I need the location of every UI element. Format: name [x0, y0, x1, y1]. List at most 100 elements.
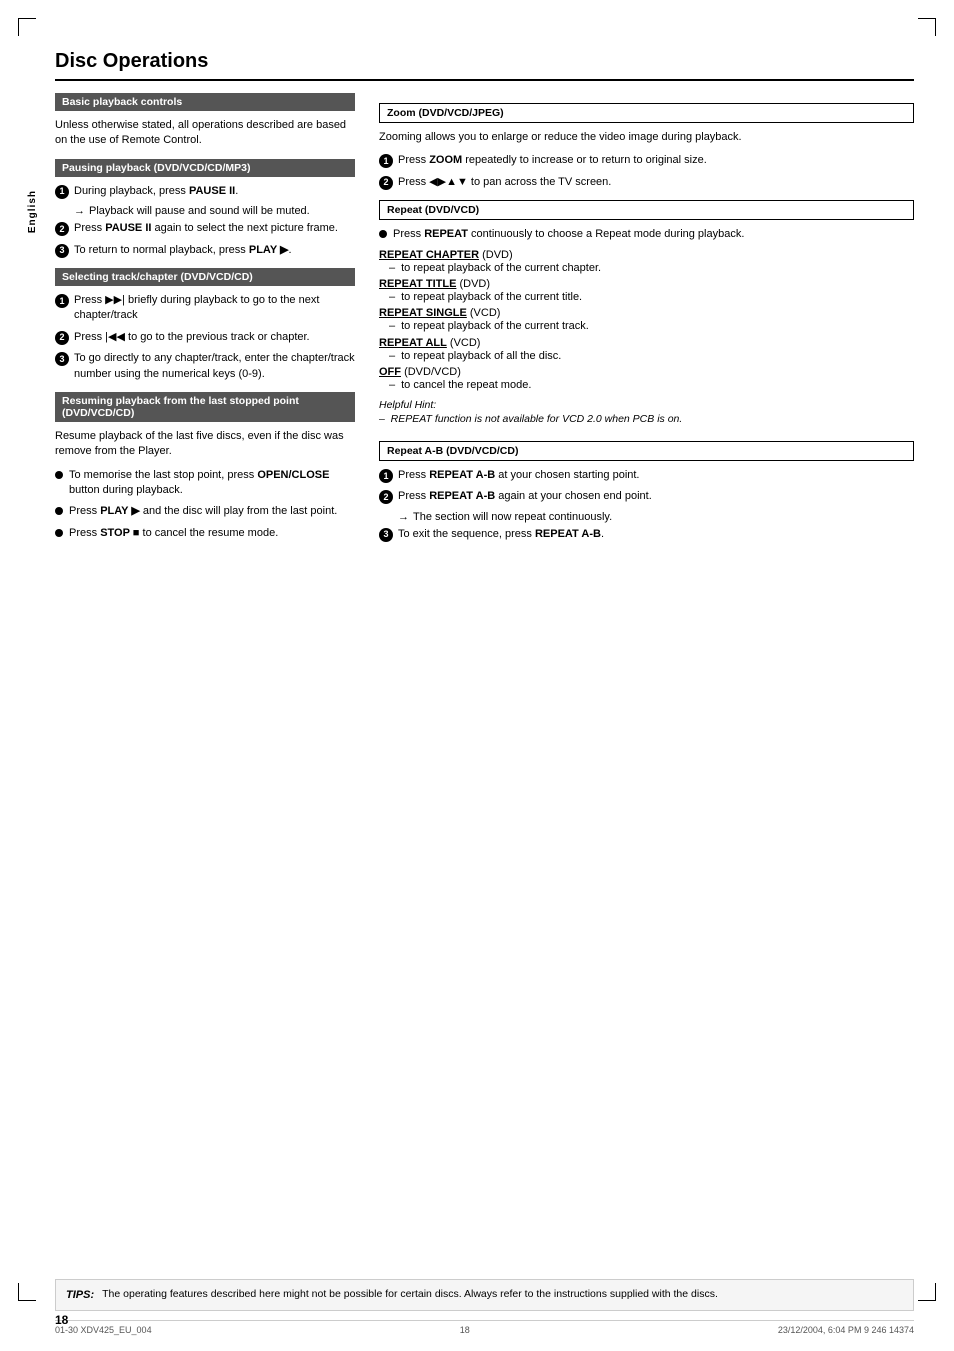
- pausing-item-2: 2 Press PAUSE II again to select the nex…: [55, 221, 355, 236]
- repeat-bullet-text: Press REPEAT continuously to choose a Re…: [393, 227, 744, 242]
- dash-sym-5: –: [389, 378, 395, 393]
- basic-controls-header: Basic playback controls: [55, 93, 355, 111]
- selecting-section-header: Selecting track/chapter (DVD/VCD/CD): [55, 268, 355, 286]
- repeat-single-dash-text: to repeat playback of the current track.: [401, 319, 589, 334]
- selecting-item-2: 2 Press |◀◀ to go to the previous track …: [55, 330, 355, 345]
- pausing-item-1: 1 During playback, press PAUSE II.: [55, 184, 355, 199]
- selecting-text-1: Press ▶▶| briefly during playback to go …: [74, 293, 355, 324]
- page: English Disc Operations Basic playback c…: [0, 0, 954, 1351]
- repeat-single-title: REPEAT SINGLE (VCD): [379, 307, 914, 319]
- pausing-section-header: Pausing playback (DVD/VCD/CD/MP3): [55, 159, 355, 177]
- footer-info: 01-30 XDV425_EU_004 18 23/12/2004, 6:04 …: [55, 1320, 914, 1335]
- arrow-symbol-ab: →: [398, 511, 409, 523]
- dash-sym-4: –: [389, 349, 395, 364]
- pausing-item-3: 3 To return to normal playback, press PL…: [55, 243, 355, 258]
- repeat-off-dash: – to cancel the repeat mode.: [389, 378, 914, 393]
- zoom-intro-text: Zooming allows you to enlarge or reduce …: [379, 130, 914, 145]
- resuming-bullet-text-1: To memorise the last stop point, press O…: [69, 468, 355, 499]
- repeat-ab-item-3: 3 To exit the sequence, press REPEAT A-B…: [379, 527, 914, 542]
- repeat-all-dash: – to repeat playback of all the disc.: [389, 349, 914, 364]
- repeat-ab-text-1: Press REPEAT A-B at your chosen starting…: [398, 468, 640, 483]
- page-title: Disc Operations: [55, 50, 914, 81]
- pausing-num-3: 3: [55, 244, 69, 258]
- corner-mark-br: [918, 1283, 936, 1301]
- repeat-single-dash: – to repeat playback of the current trac…: [389, 319, 914, 334]
- tips-label: TIPS:: [66, 1287, 94, 1303]
- repeat-title-category: REPEAT TITLE (DVD) – to repeat playback …: [379, 278, 914, 305]
- repeat-ab-arrow-2: → The section will now repeat continuous…: [398, 511, 914, 523]
- zoom-item-1: 1 Press ZOOM repeatedly to increase or t…: [379, 153, 914, 168]
- right-column: Zoom (DVD/VCD/JPEG) Zooming allows you t…: [379, 93, 914, 548]
- basic-intro-text: Unless otherwise stated, all operations …: [55, 118, 355, 149]
- pausing-arrow-text-1: Playback will pause and sound will be mu…: [89, 205, 310, 217]
- repeat-all-category: REPEAT ALL (VCD) – to repeat playback of…: [379, 337, 914, 364]
- repeat-title-dash-text: to repeat playback of the current title.: [401, 290, 582, 305]
- arrow-symbol-1: →: [74, 205, 85, 217]
- repeat-title-dash: – to repeat playback of the current titl…: [389, 290, 914, 305]
- repeat-bullet-dot: [379, 230, 387, 238]
- zoom-text-2: Press ◀▶▲▼ to pan across the TV screen.: [398, 175, 611, 190]
- pausing-num-2: 2: [55, 222, 69, 236]
- resuming-bullet-text-2: Press PLAY ▶ and the disc will play from…: [69, 504, 337, 519]
- page-number: 18: [55, 1313, 68, 1327]
- repeat-section-header: Repeat (DVD/VCD): [379, 200, 914, 220]
- pausing-text-2: Press PAUSE II again to select the next …: [74, 221, 338, 236]
- zoom-item-2: 2 Press ◀▶▲▼ to pan across the TV screen…: [379, 175, 914, 190]
- pausing-text-3: To return to normal playback, press PLAY…: [74, 243, 292, 258]
- helpful-hint-text: – REPEAT function is not available for V…: [379, 412, 914, 427]
- footer-left: 01-30 XDV425_EU_004: [55, 1325, 152, 1335]
- resuming-section-header: Resuming playback from the last stopped …: [55, 392, 355, 422]
- zoom-section-header: Zoom (DVD/VCD/JPEG): [379, 103, 914, 123]
- selecting-text-3: To go directly to any chapter/track, ent…: [74, 351, 355, 382]
- repeat-title-title: REPEAT TITLE (DVD): [379, 278, 914, 290]
- two-column-layout: Basic playback controls Unless otherwise…: [55, 93, 914, 548]
- zoom-num-1: 1: [379, 154, 393, 168]
- selecting-num-3: 3: [55, 352, 69, 366]
- dash-sym-2: –: [389, 290, 395, 305]
- repeat-ab-item-1: 1 Press REPEAT A-B at your chosen starti…: [379, 468, 914, 483]
- resuming-bullet-1: To memorise the last stop point, press O…: [55, 468, 355, 499]
- sidebar-language-label: English: [27, 190, 38, 233]
- helpful-hint: Helpful Hint: – REPEAT function is not a…: [379, 398, 914, 427]
- repeat-ab-section-header: Repeat A-B (DVD/VCD/CD): [379, 441, 914, 461]
- repeat-all-title: REPEAT ALL (VCD): [379, 337, 914, 349]
- dash-sym-1: –: [389, 261, 395, 276]
- bullet-dot-2: [55, 507, 63, 515]
- repeat-single-category: REPEAT SINGLE (VCD) – to repeat playback…: [379, 307, 914, 334]
- repeat-chapter-title: REPEAT CHAPTER (DVD): [379, 249, 914, 261]
- dash-sym-3: –: [389, 319, 395, 334]
- repeat-ab-num-3: 3: [379, 528, 393, 542]
- repeat-all-dash-text: to repeat playback of all the disc.: [401, 349, 561, 364]
- selecting-item-1: 1 Press ▶▶| briefly during playback to g…: [55, 293, 355, 324]
- selecting-num-1: 1: [55, 294, 69, 308]
- repeat-ab-item-2: 2 Press REPEAT A-B again at your chosen …: [379, 489, 914, 504]
- content-area: English Disc Operations Basic playback c…: [55, 50, 914, 1271]
- bullet-dot-1: [55, 471, 63, 479]
- zoom-num-2: 2: [379, 176, 393, 190]
- repeat-chapter-dash: – to repeat playback of the current chap…: [389, 261, 914, 276]
- selecting-item-3: 3 To go directly to any chapter/track, e…: [55, 351, 355, 382]
- repeat-ab-arrow-text: The section will now repeat continuously…: [413, 511, 612, 523]
- selecting-text-2: Press |◀◀ to go to the previous track or…: [74, 330, 310, 345]
- corner-mark-tl: [18, 18, 36, 36]
- repeat-ab-text-3: To exit the sequence, press REPEAT A-B.: [398, 527, 604, 542]
- repeat-bullet: Press REPEAT continuously to choose a Re…: [379, 227, 914, 242]
- resuming-bullet-3: Press STOP ■ to cancel the resume mode.: [55, 526, 355, 541]
- repeat-ab-text-2: Press REPEAT A-B again at your chosen en…: [398, 489, 652, 504]
- left-column: Basic playback controls Unless otherwise…: [55, 93, 355, 548]
- pausing-num-1: 1: [55, 185, 69, 199]
- zoom-text-1: Press ZOOM repeatedly to increase or to …: [398, 153, 707, 168]
- resuming-bullet-2: Press PLAY ▶ and the disc will play from…: [55, 504, 355, 519]
- tips-text: The operating features described here mi…: [102, 1287, 718, 1302]
- repeat-off-category: OFF (DVD/VCD) – to cancel the repeat mod…: [379, 366, 914, 393]
- helpful-hint-label: Helpful Hint:: [379, 398, 914, 413]
- tips-box: TIPS: The operating features described h…: [55, 1279, 914, 1311]
- resuming-bullet-text-3: Press STOP ■ to cancel the resume mode.: [69, 526, 278, 541]
- corner-mark-tr: [918, 18, 936, 36]
- pausing-text-1: During playback, press PAUSE II.: [74, 184, 238, 199]
- selecting-num-2: 2: [55, 331, 69, 345]
- pausing-arrow-1: → Playback will pause and sound will be …: [74, 205, 355, 217]
- repeat-ab-num-2: 2: [379, 490, 393, 504]
- repeat-off-dash-text: to cancel the repeat mode.: [401, 378, 531, 393]
- repeat-off-title: OFF (DVD/VCD): [379, 366, 914, 378]
